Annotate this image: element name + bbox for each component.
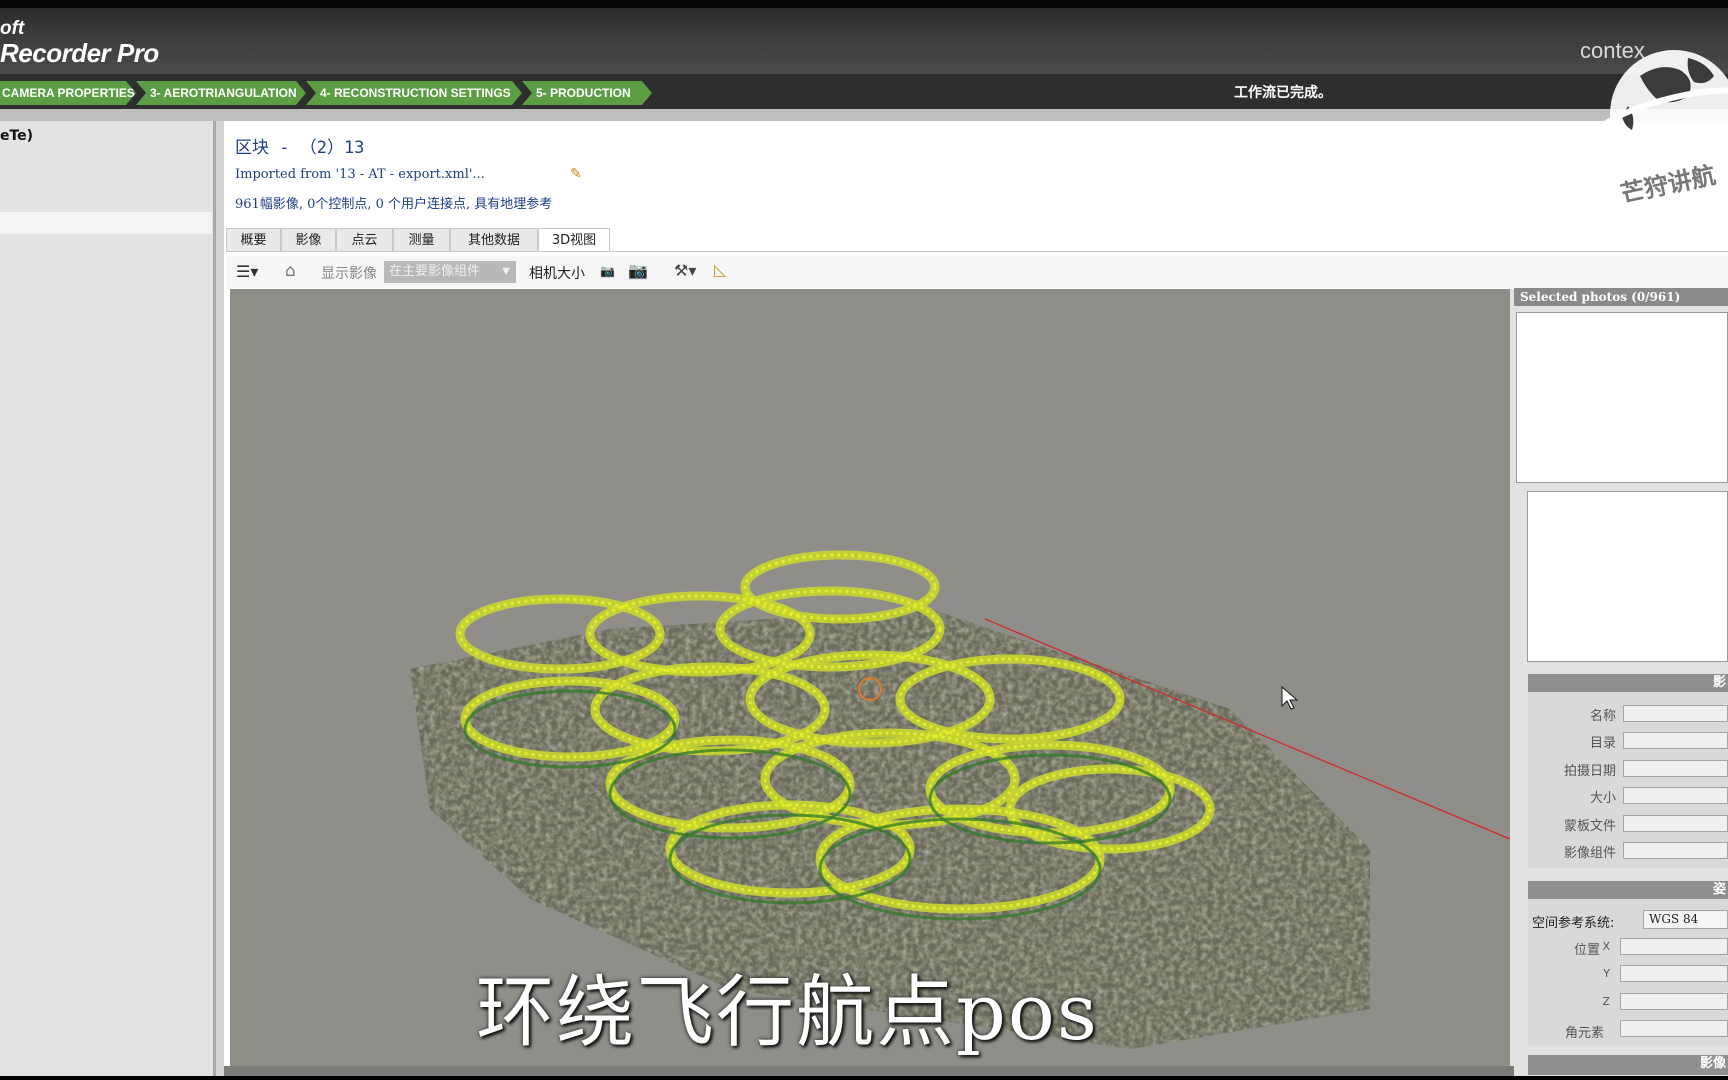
prop-mask-field[interactable] [1623,815,1728,832]
image-group-header[interactable]: 影 [1528,674,1728,692]
workflow-status: 工作流已完成。 [1234,85,1332,101]
tab-surveys[interactable]: 测量 [393,228,450,252]
selected-photos-list[interactable] [1516,312,1728,483]
prop-size-label: 大小 [1589,791,1616,806]
srs-label: 空间参考系统: [1532,916,1615,931]
home-icon[interactable]: ⌂ [285,261,296,281]
select-tool-icon[interactable]: ⚒▾ [674,261,696,280]
top-black-bar [0,0,1728,8]
panel-splitter[interactable] [216,121,224,1080]
viewport-status-strip [224,1066,1514,1076]
import-source: Imported from '13 - AT - export.xml'... [235,167,485,182]
srs-field[interactable]: WGS 84 [1643,910,1728,929]
project-tree-label[interactable]: eTe) [0,128,33,144]
block-title: 区块 - （2）13 [235,138,365,158]
selected-photos-header: Selected photos (0/961) [1514,288,1728,306]
prop-component-label: 影像组件 [1563,846,1616,861]
channel-logo: 芒狩讲航 [1562,36,1728,212]
workflow-strip [0,109,1728,121]
prop-component-field[interactable] [1623,842,1728,859]
layers-icon[interactable]: ☰▾ [236,262,258,281]
prop-directory-label: 目录 [1589,736,1616,751]
position-z-field[interactable] [1620,993,1728,1010]
workflow-step-production[interactable]: 5- PRODUCTION [522,81,652,105]
camera-size-label: 相机大小 [529,266,585,282]
brand-name: Recorder Pro [0,38,159,68]
show-images-select[interactable]: 在主要影像组件 ▼ [384,261,516,283]
tab-additional-data[interactable]: 其他数据 [450,228,538,252]
bottom-group-header[interactable]: 影像 [1528,1055,1728,1075]
prop-name-field[interactable] [1623,705,1728,722]
orientation-field[interactable] [1620,1020,1728,1037]
camera-large-icon[interactable]: 📷 [628,261,648,280]
workflow-step-aerotriangulation[interactable]: 3- AEROTRIANGULATION [136,81,306,105]
tab-point-cloud[interactable]: 点云 [336,228,393,252]
position-x-field[interactable] [1620,938,1728,955]
workflow-step-reconstruction[interactable]: 4- RECONSTRUCTION SETTINGS [306,81,522,105]
project-tree-selected-row[interactable] [0,212,212,234]
tab-divider [226,251,1728,252]
edit-pencil-icon[interactable]: ✎ [570,166,582,182]
tab-overview[interactable]: 概要 [226,228,281,252]
orientation-label: 角元素 [1564,1026,1604,1041]
prop-directory-field[interactable] [1623,732,1728,749]
camera-small-icon[interactable]: 📷 [600,264,615,278]
prop-date-label: 拍摄日期 [1563,764,1616,779]
position-label: 位置 [1573,943,1600,958]
measure-ruler-icon[interactable]: ◺ [714,260,726,279]
globe-logo-icon: 芒狩讲航 [1574,50,1728,212]
video-subtitle: 环绕飞行航点pos [476,968,1099,1058]
axis-z-label: Z [1602,995,1610,1008]
prop-name-label: 名称 [1589,709,1616,724]
show-images-label: 显示影像 [321,266,377,282]
position-y-field[interactable] [1620,965,1728,982]
prop-size-field[interactable] [1623,787,1728,804]
tab-photos[interactable]: 影像 [281,228,336,252]
axis-x-label: X [1602,940,1610,953]
prop-mask-label: 蒙板文件 [1563,819,1616,834]
workflow-step-camera-properties[interactable]: CAMERA PROPERTIES [0,81,136,105]
pose-group-header[interactable]: 姿 [1528,881,1728,899]
left-panel [0,121,216,1080]
block-stats: 961幅影像, 0个控制点, 0 个用户连接点, 具有地理参考 [235,197,553,212]
photo-preview [1527,491,1728,662]
chevron-down-icon: ▼ [502,266,510,277]
prop-date-field[interactable] [1623,760,1728,777]
show-images-value: 在主要影像组件 [389,264,481,279]
brand-line1: oft [0,18,25,39]
bottom-black-bar [0,1076,1728,1080]
app-header: oft Recorder Pro contex [0,8,1728,74]
tab-3d-view[interactable]: 3D视图 [538,228,610,252]
workflow-bar: CAMERA PROPERTIES 3- AEROTRIANGULATION 4… [0,74,1728,109]
axis-y-label: Y [1603,967,1610,980]
